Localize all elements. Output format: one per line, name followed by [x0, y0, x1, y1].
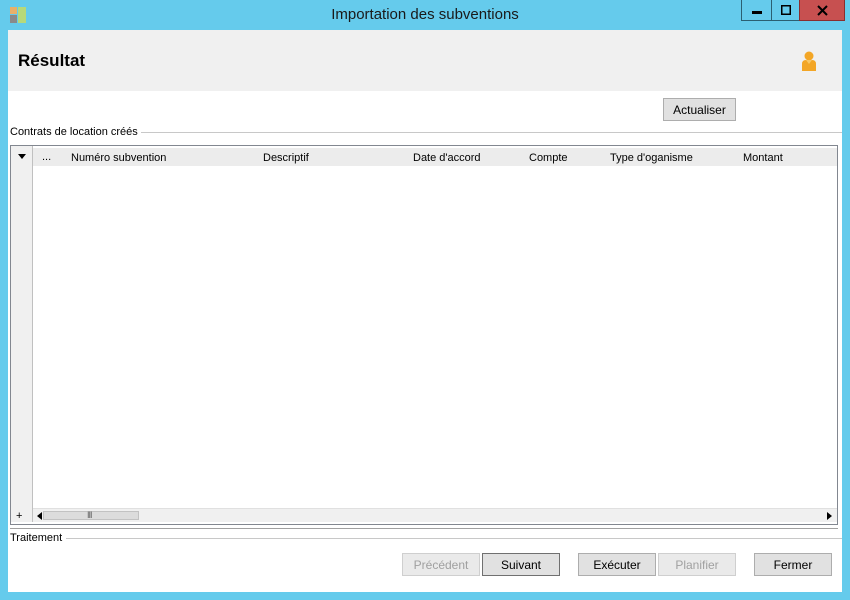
page-header: Résultat — [8, 30, 842, 91]
minimize-icon — [751, 11, 762, 14]
processing-group-label: Traitement — [10, 532, 66, 544]
maximize-icon — [780, 5, 791, 15]
close-icon — [816, 4, 828, 16]
next-button[interactable]: Suivant — [482, 553, 560, 576]
column-chooser-dropdown-icon[interactable] — [18, 154, 26, 159]
contracts-grid[interactable]: ... Numéro subvention Descriptif Date d'… — [10, 145, 838, 525]
add-row-button[interactable]: + — [16, 510, 22, 522]
title-bar[interactable]: Importation des subventions — [0, 0, 850, 30]
refresh-button[interactable]: Actualiser — [663, 98, 736, 121]
group-divider — [138, 132, 842, 133]
page-title: Résultat — [18, 51, 86, 70]
column-organization-type[interactable]: Type d'oganisme — [610, 152, 693, 164]
row-indicator-column — [11, 146, 33, 522]
scroll-right-icon[interactable] — [827, 512, 832, 520]
column-grant-number[interactable]: Numéro subvention — [71, 152, 166, 164]
application-window: Importation des subventions Résultat Act… — [0, 0, 850, 600]
column-description[interactable]: Descriptif — [263, 152, 309, 164]
execute-button[interactable]: Exécuter — [578, 553, 656, 576]
schedule-button[interactable]: Planifier — [658, 553, 736, 576]
column-agreement-date[interactable]: Date d'accord — [413, 152, 481, 164]
person-icon — [802, 51, 816, 71]
previous-button[interactable]: Précédent — [402, 553, 480, 576]
contracts-group-label: Contrats de location créés — [10, 126, 141, 138]
close-button[interactable]: Fermer — [754, 553, 832, 576]
grid-header: ... Numéro subvention Descriptif Date d'… — [11, 148, 837, 166]
scroll-thumb[interactable]: III — [43, 510, 139, 520]
close-window-button[interactable] — [799, 0, 845, 21]
scroll-grip-icon: III — [87, 510, 92, 520]
maximize-button[interactable] — [771, 0, 800, 21]
window-title: Importation des subventions — [331, 6, 519, 23]
column-amount[interactable]: Montant — [743, 152, 783, 164]
group-divider — [66, 538, 842, 539]
column-account[interactable]: Compte — [529, 152, 568, 164]
horizontal-scrollbar[interactable]: III — [33, 508, 837, 522]
column-selector[interactable]: ... — [42, 151, 51, 163]
grid-bottom-divider — [10, 528, 838, 529]
scroll-left-icon[interactable] — [37, 512, 42, 520]
dialog-body: Résultat Actualiser Contrats de location… — [8, 30, 842, 592]
minimize-button[interactable] — [741, 0, 772, 21]
